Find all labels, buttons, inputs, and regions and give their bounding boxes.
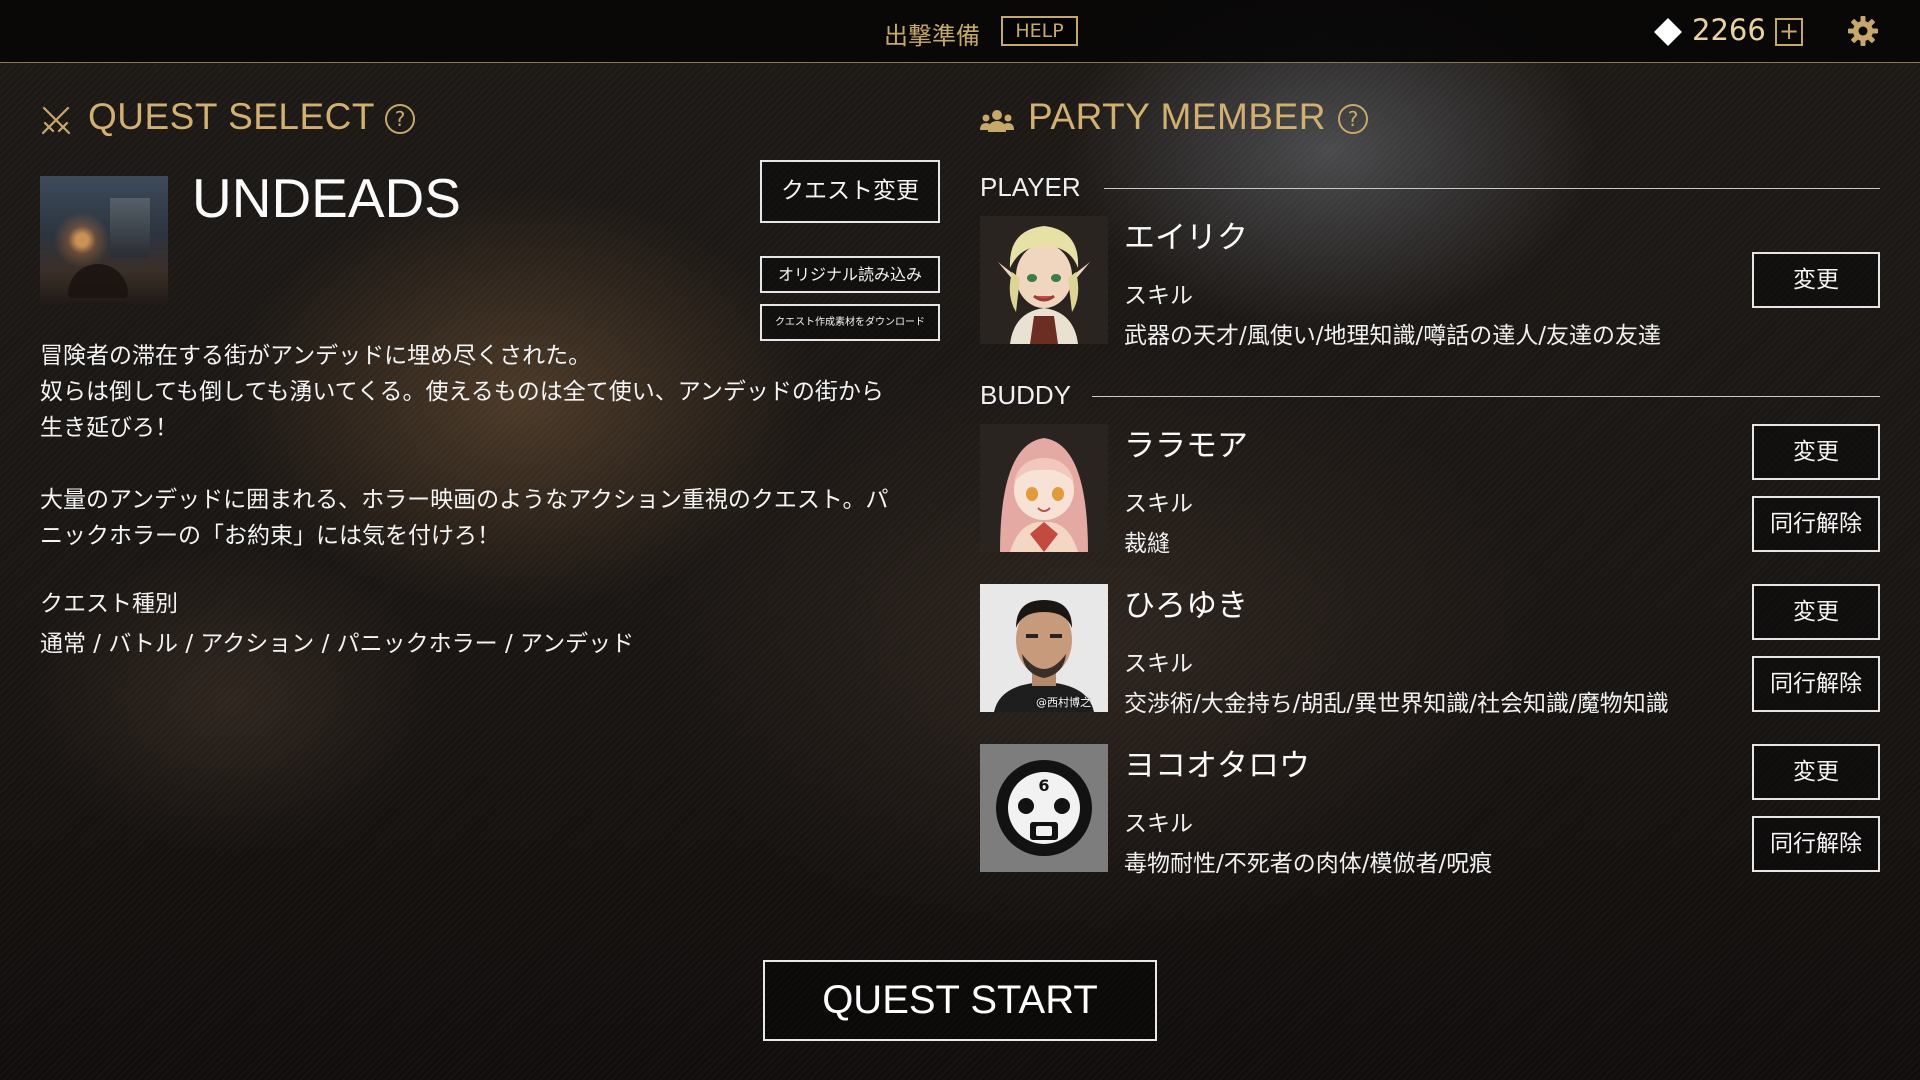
buddy-portrait: 6 [980, 744, 1108, 872]
player-divider [1104, 188, 1880, 189]
buddy-change-button[interactable]: 変更 [1752, 744, 1880, 800]
party-help-icon[interactable]: ? [1338, 104, 1368, 134]
download-materials-button[interactable]: クエスト作成素材をダウンロード [760, 304, 940, 341]
diamond-gem-icon [1654, 18, 1682, 46]
buddy-skill-value: 交渉術/大金持ち/胡乱/異世界知識/社会知識/魔物知識 [1124, 691, 1669, 717]
quest-description: 冒険者の滞在する街がアンデッドに埋め尽くされた。 奴らは倒しても倒しても湧いてく… [40, 338, 940, 554]
player-portrait [980, 216, 1108, 344]
currency-count: 2266 [1692, 13, 1766, 47]
party-member-heading: PARTY MEMBER [1028, 96, 1326, 137]
buddy-dismiss-button[interactable]: 同行解除 [1752, 496, 1880, 552]
buddy-change-button[interactable]: 変更 [1752, 584, 1880, 640]
load-original-button[interactable]: オリジナル読み込み [760, 256, 940, 293]
buddy-dismiss-button[interactable]: 同行解除 [1752, 816, 1880, 872]
quest-name: UNDEADS [192, 167, 461, 229]
change-quest-button[interactable]: クエスト変更 [760, 160, 940, 223]
group-icon [980, 110, 1014, 132]
description-line: 冒険者の滞在する街がアンデッドに埋め尽くされた。 [40, 343, 592, 369]
buddy-portrait: @西村博之 [980, 584, 1108, 712]
man-photo-portrait [980, 584, 1108, 712]
player-skill-value: 武器の天才/風使い/地理知識/噂話の達人/友達の友達 [1124, 323, 1661, 349]
description-line: ニックホラーの「お約束」には気を付けろ！ [40, 523, 500, 549]
description-line: 生き延びろ！ [40, 415, 178, 441]
buddy-dismiss-button[interactable]: 同行解除 [1752, 656, 1880, 712]
buddy-skill-label: スキル [1124, 491, 1193, 517]
girl-portrait-icon [980, 424, 1108, 552]
quest-type-label: クエスト種別 [40, 591, 178, 617]
add-currency-button[interactable]: + [1775, 18, 1803, 46]
player-change-button[interactable]: 変更 [1752, 252, 1880, 308]
description-line: 大量のアンデッドに囲まれる、ホラー映画のようなアクション重視のクエスト。パ [40, 487, 889, 513]
description-gap [40, 446, 940, 482]
buddy-name: ララモア [1124, 428, 1248, 464]
photo-credit: @西村博之 [1036, 696, 1091, 709]
top-bar: 出撃準備 HELP 2266 + [0, 0, 1920, 63]
help-button[interactable]: HELP [1001, 16, 1078, 46]
quest-type-value: 通常 / バトル / アクション / パニックホラー / アンデッド [40, 631, 635, 657]
quest-thumbnail [40, 176, 168, 304]
crossed-swords-icon [41, 106, 71, 135]
description-line: 奴らは倒しても倒しても湧いてくる。使えるものは全て使い、アンデッドの街から [40, 379, 884, 405]
buddy-name: ひろゆき [1124, 588, 1248, 624]
buddy-skill-value: 毒物耐性/不死者の肉体/模倣者/呪痕 [1124, 851, 1493, 877]
quest-start-button[interactable]: QUEST START [763, 960, 1157, 1041]
buddy-skill-label: スキル [1124, 811, 1193, 837]
quest-select-help-icon[interactable]: ? [385, 104, 415, 134]
buddy-skill-label: スキル [1124, 651, 1193, 677]
mask-number: 6 [1038, 776, 1049, 795]
buddy-label: BUDDY [980, 380, 1072, 410]
buddy-name: ヨコオタロウ [1124, 748, 1310, 784]
gear-icon[interactable] [1847, 15, 1879, 47]
player-name: エイリク [1124, 220, 1248, 256]
elf-portrait-icon [980, 216, 1108, 344]
buddy-skill-value: 裁縫 [1124, 531, 1170, 557]
player-label: PLAYER [980, 172, 1081, 202]
buddy-change-button[interactable]: 変更 [1752, 424, 1880, 480]
player-skill-label: スキル [1124, 283, 1193, 309]
buddy-divider [1092, 396, 1880, 397]
quest-select-heading: QUEST SELECT [88, 96, 376, 137]
mask-face-icon: 6 [980, 744, 1108, 872]
screen-title: 出撃準備 [884, 22, 980, 50]
buddy-portrait [980, 424, 1108, 552]
